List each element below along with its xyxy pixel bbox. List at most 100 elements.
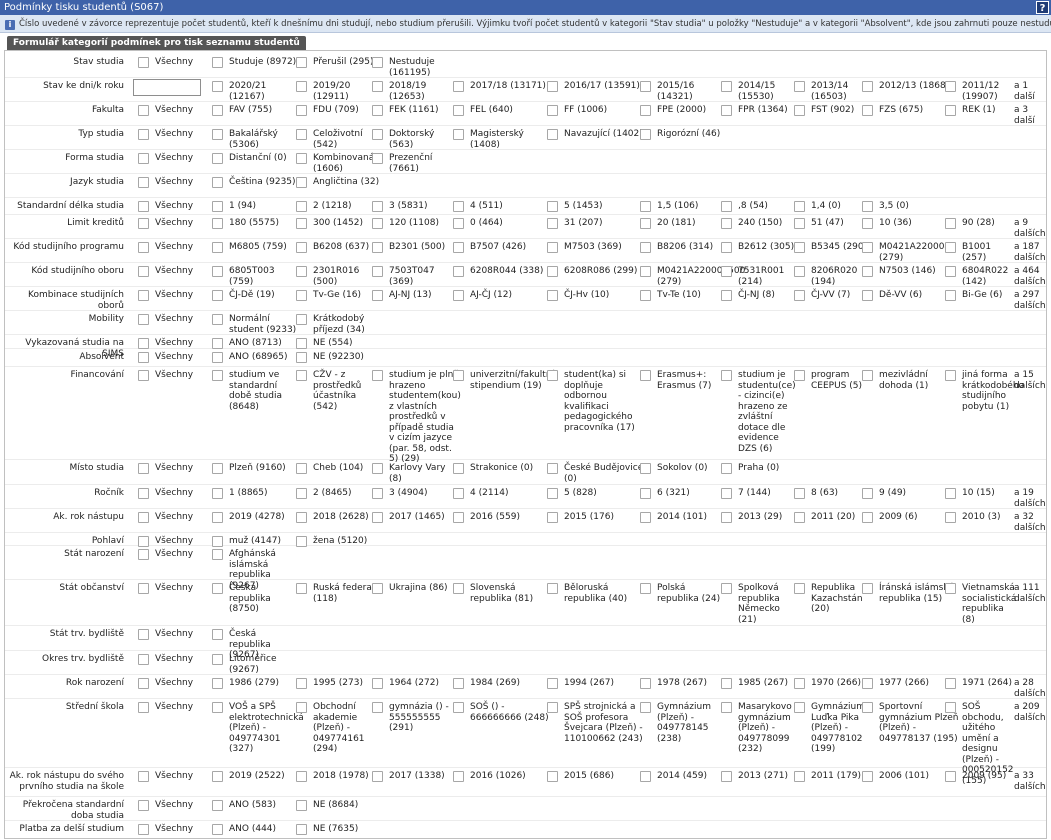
option-checkbox[interactable]	[296, 266, 307, 277]
option-item[interactable]: 2019 (2522)	[212, 771, 299, 782]
option-checkbox[interactable]	[640, 488, 651, 499]
option-checkbox[interactable]	[372, 678, 383, 689]
option-checkbox[interactable]	[945, 678, 956, 689]
option-item[interactable]: Slovenská republika (81)	[453, 583, 554, 604]
stav-date-input[interactable]	[133, 79, 201, 96]
option-item[interactable]: B6208 (637)	[296, 242, 383, 253]
option-checkbox[interactable]	[296, 57, 307, 68]
option-item[interactable]: 1995 (273)	[296, 678, 383, 689]
option-checkbox[interactable]	[372, 81, 383, 92]
option-item[interactable]: 2019 (4278)	[212, 512, 299, 523]
option-checkbox[interactable]	[640, 771, 651, 782]
option-checkbox[interactable]	[547, 201, 558, 212]
option-all[interactable]: Všechny	[138, 702, 215, 713]
option-checkbox[interactable]	[212, 800, 223, 811]
option-item[interactable]: 2017 (1338)	[372, 771, 461, 782]
option-item[interactable]: Angličtina (32)	[296, 177, 383, 188]
more-options-link[interactable]: a 19 dalších	[1014, 488, 1046, 509]
option-checkbox[interactable]	[138, 201, 149, 212]
option-item[interactable]: 1984 (269)	[453, 678, 554, 689]
option-item[interactable]: B2301 (500)	[372, 242, 461, 253]
option-item[interactable]: Polská republika (24)	[640, 583, 729, 604]
option-checkbox[interactable]	[296, 105, 307, 116]
option-checkbox[interactable]	[794, 370, 805, 381]
option-checkbox[interactable]	[372, 129, 383, 140]
option-checkbox[interactable]	[453, 488, 464, 499]
option-item[interactable]: 1985 (267)	[721, 678, 800, 689]
option-all[interactable]: Všechny	[138, 800, 215, 811]
option-item[interactable]: B2612 (305)	[721, 242, 800, 253]
option-item[interactable]: FEL (640)	[453, 105, 554, 116]
option-checkbox[interactable]	[945, 370, 956, 381]
option-checkbox[interactable]	[138, 583, 149, 594]
option-checkbox[interactable]	[453, 370, 464, 381]
option-item[interactable]: Distanční (0)	[212, 153, 299, 164]
option-all[interactable]: Všechny	[138, 549, 215, 560]
option-checkbox[interactable]	[296, 129, 307, 140]
option-checkbox[interactable]	[296, 800, 307, 811]
option-all[interactable]: Všechny	[138, 370, 215, 381]
option-checkbox[interactable]	[862, 81, 873, 92]
option-item[interactable]: jiná forma krátkodobého studijního pobyt…	[945, 370, 1024, 412]
option-item[interactable]: 20 (181)	[640, 218, 729, 229]
option-item[interactable]: Plzeň (9160)	[212, 463, 299, 474]
option-item[interactable]: Bakalářský (5306)	[212, 129, 299, 150]
option-item[interactable]: AJ-NJ (13)	[372, 290, 461, 301]
option-checkbox[interactable]	[794, 512, 805, 523]
option-item[interactable]: Masarykovo gymnázium (Plzeň) - 049778099…	[721, 702, 800, 755]
option-checkbox[interactable]	[212, 57, 223, 68]
option-all[interactable]: Všechny	[138, 583, 215, 594]
option-checkbox[interactable]	[296, 512, 307, 523]
option-item[interactable]: M6805 (759)	[212, 242, 299, 253]
option-checkbox[interactable]	[138, 177, 149, 188]
option-item[interactable]: Studuje (8972)	[212, 57, 299, 68]
option-item[interactable]: Čeština (9235)	[212, 177, 299, 188]
option-item[interactable]: 1964 (272)	[372, 678, 461, 689]
option-checkbox[interactable]	[212, 105, 223, 116]
option-item[interactable]: 2009 (95)	[945, 771, 1018, 782]
option-checkbox[interactable]	[453, 266, 464, 277]
option-item[interactable]: B7507 (426)	[453, 242, 554, 253]
option-all[interactable]: Všechny	[138, 488, 215, 499]
option-item[interactable]: 1978 (267)	[640, 678, 729, 689]
option-all[interactable]: Všechny	[138, 314, 215, 325]
option-item[interactable]: 2301R016 (500)	[296, 266, 383, 287]
option-checkbox[interactable]	[212, 153, 223, 164]
option-checkbox[interactable]	[640, 512, 651, 523]
option-all[interactable]: Všechny	[138, 201, 215, 212]
option-checkbox[interactable]	[138, 352, 149, 363]
option-item[interactable]: 2014 (101)	[640, 512, 729, 523]
option-item[interactable]: NE (554)	[296, 338, 383, 349]
option-checkbox[interactable]	[138, 824, 149, 835]
option-checkbox[interactable]	[372, 218, 383, 229]
form-tab[interactable]: Formulář kategorií podmínek pro tisk sez…	[7, 36, 306, 50]
option-item[interactable]: 120 (1108)	[372, 218, 461, 229]
more-options-link[interactable]: a 111 dalších	[1014, 583, 1046, 604]
option-checkbox[interactable]	[862, 290, 873, 301]
option-checkbox[interactable]	[794, 290, 805, 301]
option-checkbox[interactable]	[296, 153, 307, 164]
option-checkbox[interactable]	[547, 463, 558, 474]
option-checkbox[interactable]	[945, 81, 956, 92]
option-item[interactable]: Tv-Ge (16)	[296, 290, 383, 301]
option-checkbox[interactable]	[794, 771, 805, 782]
option-item[interactable]: REK (1)	[945, 105, 1018, 116]
option-item[interactable]: 3 (4904)	[372, 488, 461, 499]
option-checkbox[interactable]	[212, 771, 223, 782]
option-checkbox[interactable]	[138, 488, 149, 499]
option-item[interactable]: AJ-ČJ (12)	[453, 290, 554, 301]
more-options-link[interactable]: a 15 dalších	[1014, 370, 1046, 391]
option-all[interactable]: Všechny	[138, 266, 215, 277]
option-checkbox[interactable]	[945, 512, 956, 523]
option-checkbox[interactable]	[372, 512, 383, 523]
option-checkbox[interactable]	[945, 242, 956, 253]
more-options-link[interactable]: a 28 dalších	[1014, 678, 1046, 699]
option-checkbox[interactable]	[453, 678, 464, 689]
option-item[interactable]: 7531R001 (214)	[721, 266, 800, 287]
option-checkbox[interactable]	[372, 201, 383, 212]
option-checkbox[interactable]	[296, 218, 307, 229]
option-checkbox[interactable]	[138, 218, 149, 229]
option-checkbox[interactable]	[296, 314, 307, 325]
option-item[interactable]: Tv-Te (10)	[640, 290, 729, 301]
option-checkbox[interactable]	[547, 583, 558, 594]
